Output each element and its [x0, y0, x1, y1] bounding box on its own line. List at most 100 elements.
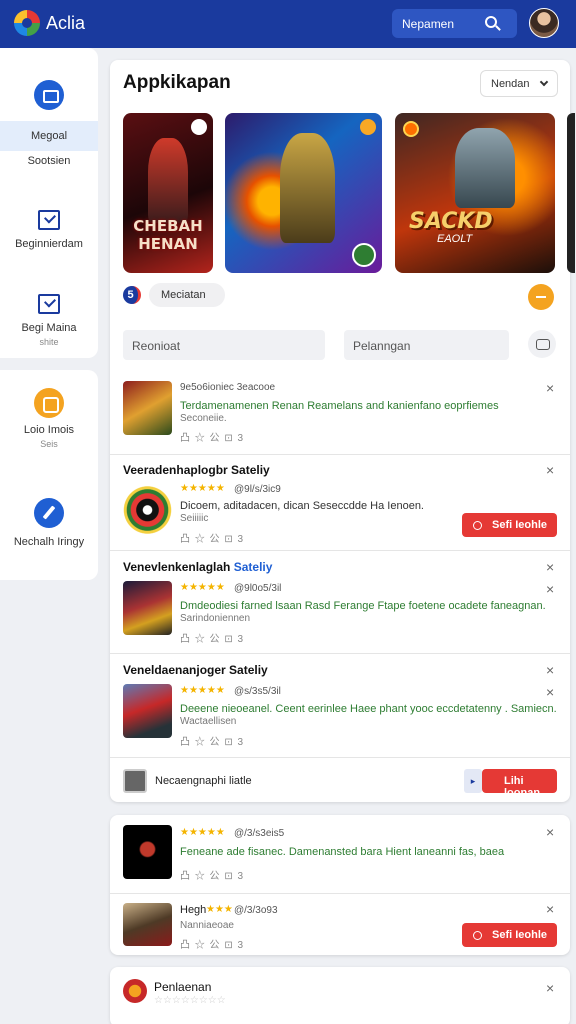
sidebar-item-label: Loio Imois: [23, 424, 75, 436]
sidebar-item-megoal[interactable]: Megoal: [0, 121, 98, 151]
sidebar-item-beginnierdam[interactable]: Beginnierdam: [0, 238, 98, 250]
footer-action-button[interactable]: Lihi loonan: [482, 769, 557, 799]
filter-icon[interactable]: [528, 330, 556, 358]
item-actions[interactable]: 凸 ☆ 公 ⊡ 3: [180, 429, 244, 444]
filter-field-2[interactable]: Pelanngan: [344, 330, 509, 360]
item-meta: 9e5o6ioniec 3eacooe: [180, 382, 276, 393]
close-icon[interactable]: ×: [546, 582, 554, 596]
search-placeholder: Nepamen: [402, 17, 455, 31]
banner-game-2[interactable]: [225, 113, 382, 273]
divider: [110, 757, 570, 758]
list-card-2: ★★★★★ @/3/s3eis5 Feneane ade fisanec. Da…: [110, 815, 570, 955]
item-description: Dmdeodiesi farned lsaan Rasd Ferange Fta…: [180, 600, 546, 612]
list-item[interactable]: Veneldaenanjoger Sateliy × × ★★★★★ @s/3s…: [110, 654, 570, 756]
close-icon[interactable]: ×: [546, 981, 554, 995]
item-subdescription: Wactaellisen: [180, 716, 237, 727]
more-button[interactable]: [528, 284, 554, 310]
list-item[interactable]: Venevlenkenlaglah Sateliy × × ★★★★★ @9l0…: [110, 551, 570, 653]
item-meta: @9l/s/3ic9: [234, 484, 281, 495]
sidebar-item-sub: shite: [39, 337, 59, 347]
close-icon[interactable]: ×: [546, 560, 554, 574]
game-thumbnail: [123, 381, 172, 435]
item-title-text: Venevlenkenlaglah: [123, 560, 231, 574]
item-description: Feneane ade fisanec. Damenansted bara Hi…: [180, 846, 505, 858]
list-item[interactable]: Veeradenhaplogbr Sateliy × ★★★★★ @9l/s/3…: [110, 455, 570, 549]
close-icon[interactable]: ×: [546, 663, 554, 677]
item-subdescription: Sarindoniennen: [180, 613, 251, 624]
close-icon[interactable]: ×: [546, 685, 554, 699]
list-item[interactable]: 9e5o6ioniec 3eacooe Terdamenamenen Renan…: [110, 376, 570, 454]
app-logo-icon[interactable]: [14, 10, 40, 36]
sidebar-item-sub[interactable]: Sootsien: [0, 155, 98, 167]
green-badge-icon[interactable]: [352, 243, 376, 267]
main-panel: Appkikapan Nendan CHEBAH HENAN SACKD EAO…: [110, 60, 575, 802]
square-icon[interactable]: [34, 388, 64, 418]
pen-icon[interactable]: [34, 498, 64, 528]
item-actions[interactable]: 凸 ☆ 公 ⊡ 3: [180, 630, 244, 645]
game-thumbnail: [123, 825, 172, 879]
footer-label: Necaengnaphi liatle: [155, 775, 252, 787]
avatar[interactable]: [529, 8, 559, 38]
game-thumbnail: [123, 581, 172, 635]
arrow-icon[interactable]: ▸: [464, 769, 482, 793]
item-meta: @s/3s5/3il: [234, 686, 281, 697]
sidebar-item-label: Sootsien: [27, 155, 71, 167]
banner-title: SACKD: [409, 209, 493, 234]
item-actions[interactable]: 凸 ☆ 公 ⊡ 3: [180, 936, 244, 951]
banner-game-1[interactable]: CHEBAH HENAN: [123, 113, 213, 273]
sort-dropdown[interactable]: Nendan: [480, 70, 558, 97]
game-logo-icon: [123, 979, 147, 1003]
close-icon[interactable]: ×: [546, 825, 554, 839]
chevron-down-icon: [539, 77, 549, 87]
rating-stars: ★★★★★: [180, 685, 225, 696]
badge-icon: [191, 119, 207, 135]
sort-value: Nendan: [491, 78, 530, 90]
sidebar-item-label: Megoal: [30, 130, 68, 142]
item-meta: @/3/3o93: [234, 905, 278, 916]
page-title: Appkikapan: [123, 72, 231, 93]
item-actions[interactable]: 凸 ☆ 公 ⊡ 3: [180, 733, 244, 748]
sidebar-group-secondary: Loio Imois Seis Nechalh Iringy: [0, 370, 98, 580]
item-subdescription: Nanniaeoae: [180, 920, 234, 931]
close-icon[interactable]: ×: [546, 381, 554, 395]
rating-stars: ★★★★★: [180, 827, 225, 838]
item-title: Hegh: [180, 904, 207, 916]
sidebar-item-label: Nechalh Iringy: [13, 536, 85, 548]
rating-stars: ★★★★★: [180, 483, 225, 494]
sidebar-item-nechalh-iringy[interactable]: Nechalh Iringy: [0, 536, 98, 548]
folder-icon[interactable]: [34, 80, 64, 110]
search-input[interactable]: Nepamen: [392, 9, 517, 38]
banner-subtitle: EAOLT: [437, 233, 473, 245]
list-item[interactable]: ★★★★★ @/3/s3eis5 Feneane ade fisanec. Da…: [110, 815, 570, 893]
game-thumbnail: [123, 483, 172, 537]
rating-stars: ★★★★★: [180, 582, 225, 593]
item-title: Veeradenhaplogbr Sateliy: [123, 463, 270, 477]
sidebar-item-loio-imois[interactable]: Loio Imois Seis: [0, 424, 98, 449]
item-title: Penlaenan: [154, 980, 212, 994]
hero-figure: [148, 138, 188, 223]
checkbox-icon[interactable]: [38, 210, 60, 230]
sidebar-item-begi-maina[interactable]: Begi Maina shite: [0, 322, 98, 347]
hero-figure: [455, 128, 515, 208]
list-card-3[interactable]: Penlaenan ☆☆☆☆☆☆☆☆ ×: [110, 967, 570, 1024]
search-icon[interactable]: [485, 16, 497, 28]
action-button[interactable]: Sefi Ieohle: [462, 513, 557, 537]
banner-game-4-partial[interactable]: [567, 113, 575, 273]
filter-field-1[interactable]: Reonioat: [123, 330, 325, 360]
item-title: Veneldaenanjoger Sateliy: [123, 663, 268, 677]
badge-icon: [403, 121, 419, 137]
action-button[interactable]: Sefi Ieohle: [462, 923, 557, 947]
close-icon[interactable]: ×: [546, 463, 554, 477]
count-badge: 5: [123, 286, 141, 304]
sidebar-item-sub: Seis: [40, 439, 58, 449]
category-pill[interactable]: Meciatan: [149, 283, 225, 307]
app-title: Aclia: [46, 13, 86, 33]
list-item[interactable]: Hegh ★★★ @/3/3o93 Nanniaeoae 凸 ☆ 公 ⊡ 3 ×…: [110, 894, 570, 954]
close-icon[interactable]: ×: [546, 902, 554, 916]
hero-figure: [280, 133, 335, 243]
banner-game-3[interactable]: SACKD EAOLT: [395, 113, 555, 273]
item-description: Deeene nieoeanel. Ceent eerinlee Haee ph…: [180, 703, 557, 715]
checkbox-icon[interactable]: [38, 294, 60, 314]
item-actions[interactable]: 凸 ☆ 公 ⊡ 3: [180, 867, 244, 882]
item-actions[interactable]: 凸 ☆ 公 ⊡ 3: [180, 530, 244, 545]
